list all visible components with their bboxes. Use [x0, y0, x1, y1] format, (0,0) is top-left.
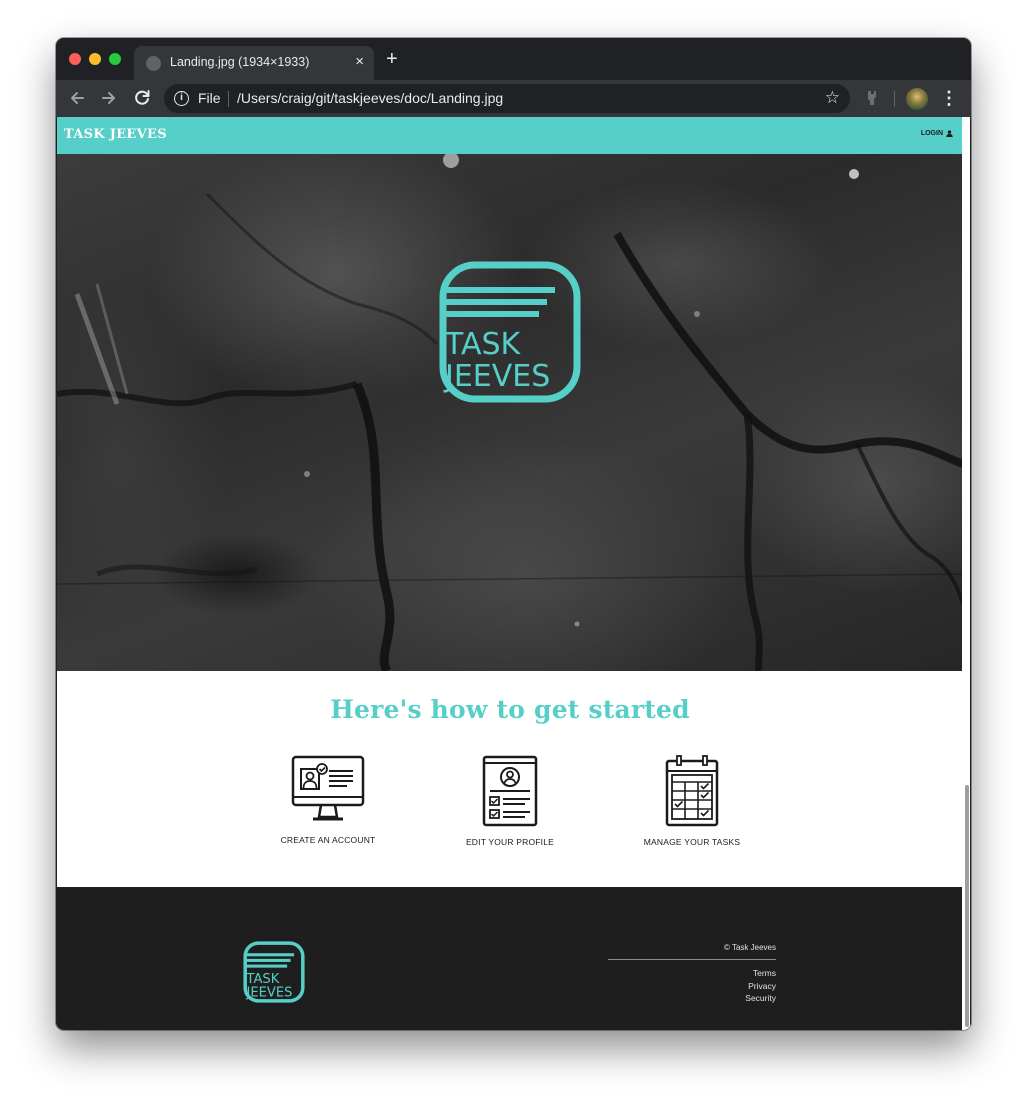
- login-link[interactable]: LOGIN: [921, 130, 953, 137]
- brand-name[interactable]: TASK JEEVES: [64, 127, 167, 142]
- calendar-checklist-icon: [665, 755, 719, 827]
- back-arrow-icon[interactable]: [66, 87, 88, 109]
- browser-window: Landing.jpg (1934×1933) × + i File /User…: [56, 38, 971, 1030]
- info-icon[interactable]: i: [174, 91, 189, 106]
- globe-icon: [146, 56, 161, 71]
- step-manage-tasks: MANAGE YOUR TASKS: [617, 755, 767, 847]
- step-create-account: CREATE AN ACCOUNT: [253, 755, 403, 845]
- forward-arrow-icon[interactable]: [98, 87, 120, 109]
- site-footer: TASK JEEVES © Task Jeeves Terms Privacy …: [57, 887, 963, 1030]
- footer-logo-text-task: TASK: [245, 972, 279, 987]
- browser-toolbar: i File /Users/craig/git/taskjeeves/doc/L…: [56, 80, 971, 117]
- footer-link-security[interactable]: Security: [608, 992, 776, 1005]
- tab-strip: Landing.jpg (1934×1933) × +: [56, 38, 971, 80]
- user-icon: [946, 130, 953, 137]
- profile-avatar[interactable]: [906, 88, 928, 110]
- step-edit-profile: EDIT YOUR PROFILE: [435, 755, 585, 847]
- url-text[interactable]: /Users/craig/git/taskjeeves/doc/Landing.…: [237, 90, 503, 106]
- footer-link-privacy[interactable]: Privacy: [608, 980, 776, 993]
- how-to-section: Here's how to get started CREATE AN ACCO…: [57, 671, 963, 887]
- footer-logo-text-jeeves: JEEVES: [245, 985, 292, 1000]
- logo-text-task: TASK: [444, 327, 522, 362]
- url-scheme-label: File: [198, 90, 221, 106]
- extension-icon[interactable]: [864, 89, 880, 107]
- hero-banner: TASK JEEVES: [57, 154, 963, 671]
- address-divider: [228, 91, 229, 107]
- footer-link-terms[interactable]: Terms: [608, 967, 776, 980]
- reload-icon[interactable]: [131, 87, 153, 109]
- browser-tab[interactable]: Landing.jpg (1934×1933) ×: [134, 46, 374, 80]
- footer-logo: TASK JEEVES: [243, 941, 305, 1003]
- minimize-window-button[interactable]: [89, 53, 101, 65]
- step-label: MANAGE YOUR TASKS: [643, 837, 741, 847]
- steps-heading: Here's how to get started: [330, 695, 690, 724]
- close-window-button[interactable]: [69, 53, 81, 65]
- monitor-profile-icon: [291, 755, 365, 821]
- page-viewport: TASK JEEVES LOGIN TASK JEEVES Here's how…: [57, 117, 970, 1030]
- login-label: LOGIN: [920, 130, 943, 137]
- tab-title: Landing.jpg (1934×1933): [170, 55, 310, 69]
- profile-form-icon: [482, 755, 538, 827]
- kebab-menu-icon[interactable]: ⋮: [940, 86, 958, 110]
- maximize-window-button[interactable]: [109, 53, 121, 65]
- page-scrollbar[interactable]: [962, 117, 970, 1030]
- step-label: CREATE AN ACCOUNT: [280, 835, 376, 845]
- task-jeeves-logo: TASK JEEVES: [439, 261, 581, 403]
- footer-links: © Task Jeeves Terms Privacy Security: [608, 943, 776, 1005]
- address-bar[interactable]: i File /Users/craig/git/taskjeeves/doc/L…: [164, 84, 850, 113]
- scrollbar-thumb[interactable]: [965, 785, 969, 1027]
- close-tab-icon[interactable]: ×: [355, 53, 364, 71]
- stone-texture: [57, 154, 963, 671]
- new-tab-button[interactable]: +: [386, 49, 398, 69]
- footer-divider: [608, 959, 776, 960]
- toolbar-divider: [894, 91, 895, 107]
- site-navbar: TASK JEEVES LOGIN: [57, 117, 963, 154]
- logo-text-jeeves: JEEVES: [443, 359, 550, 394]
- bookmark-star-icon[interactable]: ☆: [825, 88, 840, 108]
- copyright-text: © Task Jeeves: [724, 943, 776, 952]
- step-label: EDIT YOUR PROFILE: [465, 837, 555, 847]
